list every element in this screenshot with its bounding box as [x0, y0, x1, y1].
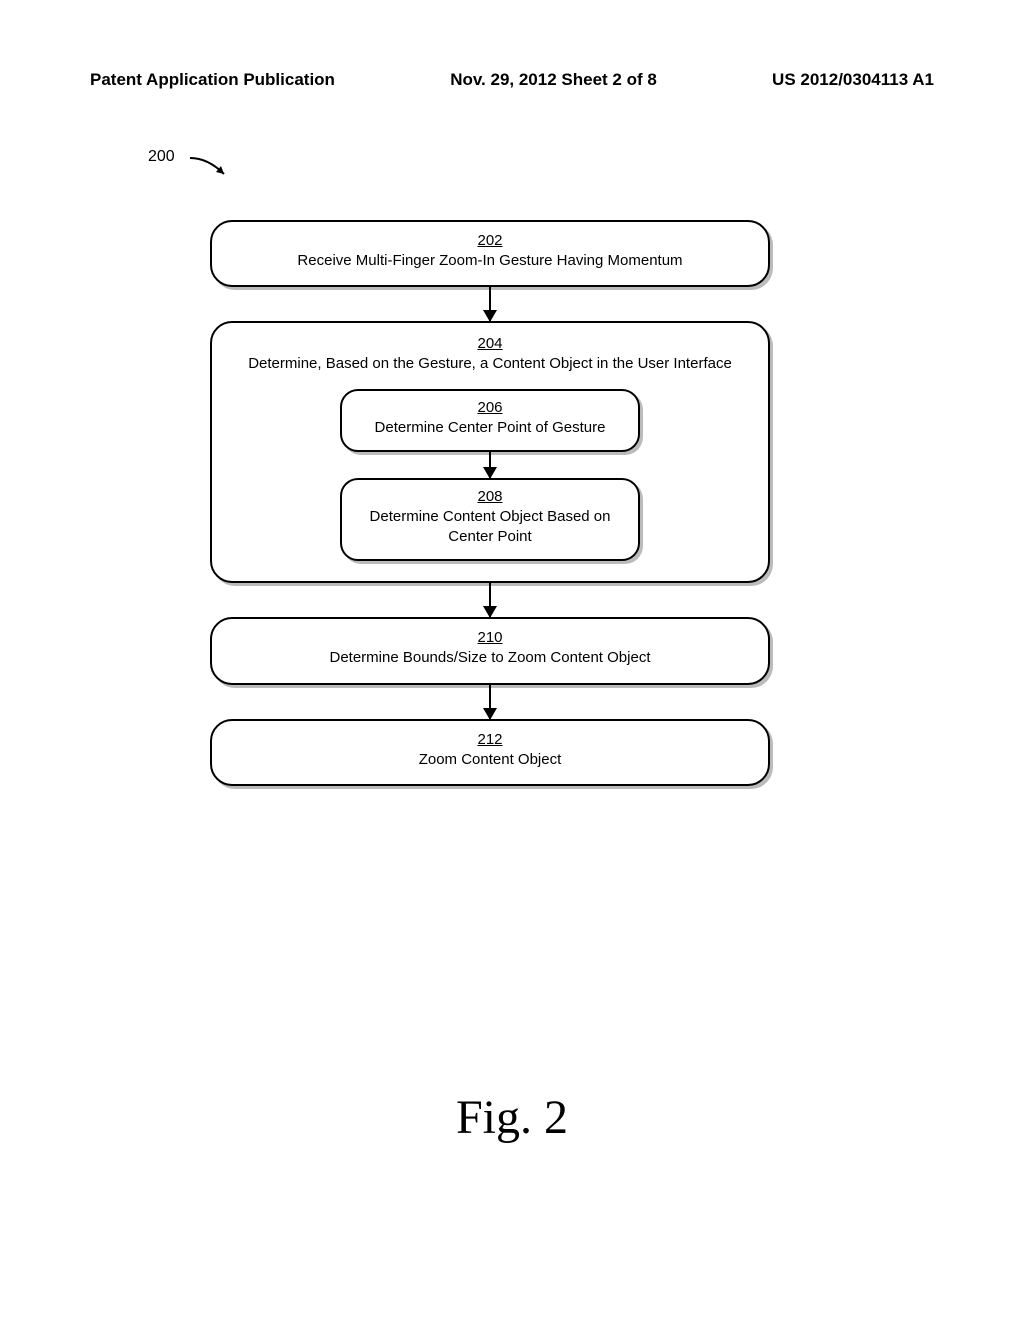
- step-210: 210 Determine Bounds/Size to Zoom Conten…: [210, 617, 770, 684]
- ref-arrow-icon: [188, 152, 238, 186]
- step-202-text: Receive Multi-Finger Zoom-In Gesture Hav…: [297, 252, 682, 269]
- step-208-number: 208: [358, 488, 622, 505]
- step-212-number: 212: [230, 731, 750, 748]
- step-212-text: Zoom Content Object: [419, 751, 562, 768]
- step-206: 206 Determine Center Point of Gesture: [340, 389, 640, 452]
- figure-label: Fig. 2: [0, 1090, 1024, 1145]
- patent-page: Patent Application Publication Nov. 29, …: [0, 0, 1024, 1320]
- page-header: Patent Application Publication Nov. 29, …: [90, 70, 934, 90]
- step-204-container: 204 Determine, Based on the Gesture, a C…: [210, 321, 770, 583]
- arrow-down-icon: [489, 685, 491, 719]
- header-right: US 2012/0304113 A1: [772, 70, 934, 90]
- header-left: Patent Application Publication: [90, 70, 335, 90]
- arrow-down-icon: [489, 583, 491, 617]
- step-210-number: 210: [230, 629, 750, 646]
- step-212: 212 Zoom Content Object: [210, 719, 770, 786]
- arrow-down-icon: [489, 452, 491, 478]
- flowchart: 202 Receive Multi-Finger Zoom-In Gesture…: [210, 220, 770, 786]
- arrow-down-icon: [489, 287, 491, 321]
- step-208: 208 Determine Content Object Based on Ce…: [340, 478, 640, 562]
- step-202-number: 202: [230, 232, 750, 249]
- step-208-text: Determine Content Object Based on Center…: [370, 508, 611, 545]
- header-center: Nov. 29, 2012 Sheet 2 of 8: [450, 70, 657, 90]
- step-202: 202 Receive Multi-Finger Zoom-In Gesture…: [210, 220, 770, 287]
- step-204-number: 204: [242, 335, 738, 352]
- figure-ref-number: 200: [148, 148, 175, 166]
- step-206-text: Determine Center Point of Gesture: [375, 419, 606, 436]
- step-206-number: 206: [358, 399, 622, 416]
- step-210-text: Determine Bounds/Size to Zoom Content Ob…: [330, 649, 651, 666]
- step-204-text: Determine, Based on the Gesture, a Conte…: [248, 355, 732, 372]
